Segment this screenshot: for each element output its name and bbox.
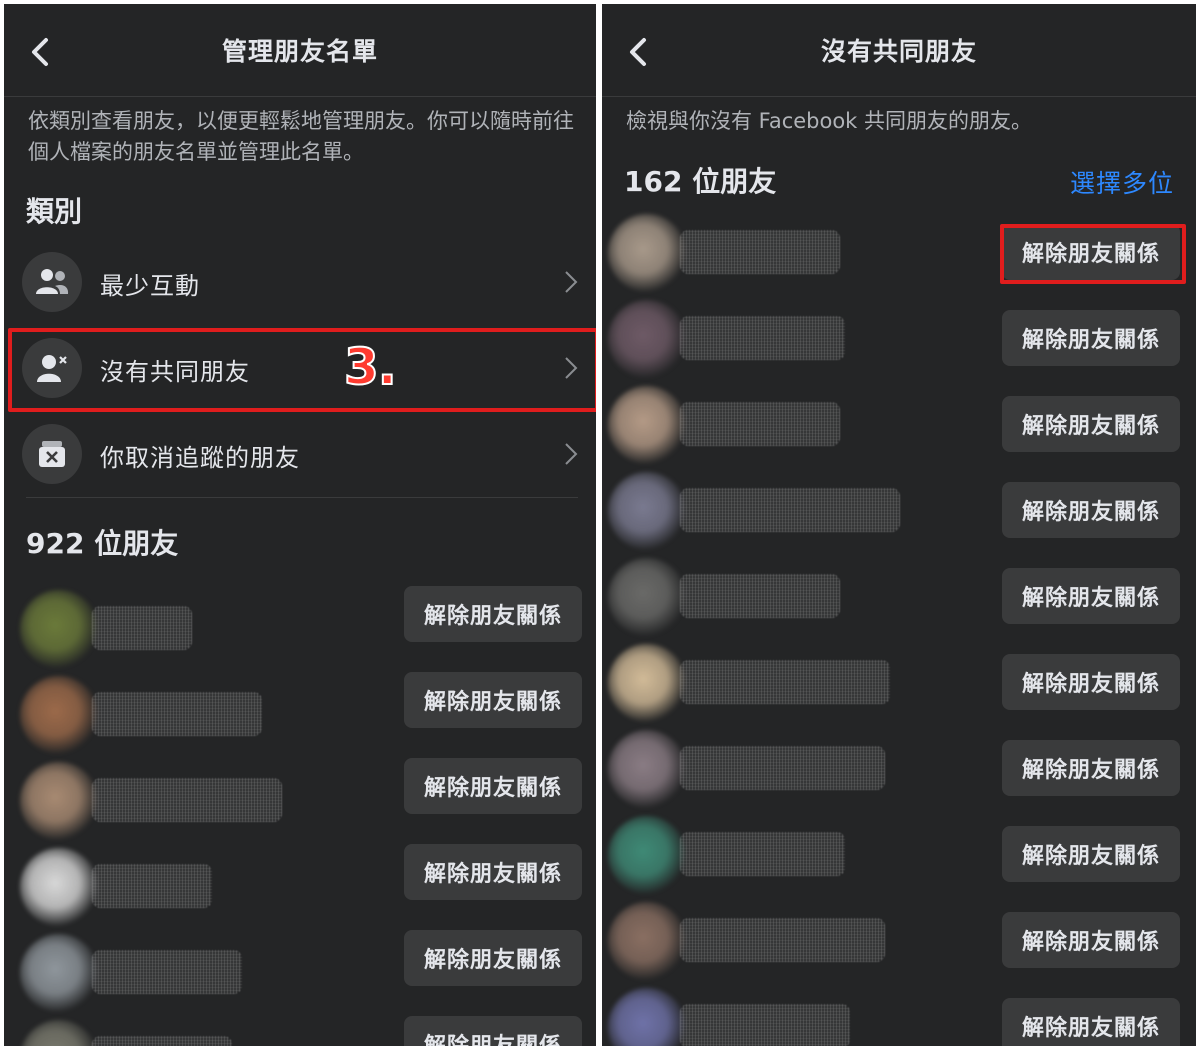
page-description: 依類別查看朋友，以便更輕鬆地管理朋友。你可以隨時前往個人檔案的朋友名單並管理此名… — [28, 109, 574, 164]
friend-row[interactable]: 解除朋友關係 — [4, 586, 596, 672]
unfriend-button[interactable]: 解除朋友關係 — [404, 758, 582, 814]
chevron-right-icon — [565, 443, 578, 465]
friend-name-blurred[interactable] — [680, 1004, 850, 1046]
friend-name-blurred[interactable] — [92, 1036, 232, 1046]
avatar[interactable] — [20, 676, 98, 754]
unfriend-button[interactable]: 解除朋友關係 — [1002, 912, 1180, 968]
avatar[interactable] — [608, 300, 686, 378]
friend-name-blurred[interactable] — [680, 316, 845, 360]
friend-name-blurred[interactable] — [92, 778, 282, 822]
unfollow-box-icon — [22, 424, 82, 484]
unfriend-button[interactable]: 解除朋友關係 — [1002, 224, 1180, 280]
friend-name-blurred[interactable] — [680, 402, 840, 446]
unfriend-button[interactable]: 解除朋友關係 — [404, 844, 582, 900]
friend-count: 162 位朋友 — [624, 165, 777, 198]
avatar[interactable] — [608, 730, 686, 808]
friend-row[interactable]: 解除朋友關係 — [602, 468, 1196, 554]
unfriend-button[interactable]: 解除朋友關係 — [404, 1016, 582, 1046]
header: 管理朋友名單 — [4, 4, 596, 97]
friend-name-blurred[interactable] — [92, 606, 192, 650]
select-multiple-link[interactable]: 選擇多位 — [1070, 164, 1174, 200]
category-unfollowed-friends[interactable]: 你取消追蹤的朋友 — [18, 416, 582, 492]
friend-name-blurred[interactable] — [680, 574, 840, 618]
friend-row[interactable]: 解除朋友關係 — [4, 1016, 596, 1046]
friend-name-blurred[interactable] — [92, 950, 242, 994]
page-title: 沒有共同朋友 — [820, 37, 977, 66]
friend-row[interactable]: 解除朋友關係 — [602, 898, 1196, 984]
friend-name-blurred[interactable] — [680, 230, 840, 274]
friend-name-blurred[interactable] — [680, 660, 890, 704]
unfriend-button[interactable]: 解除朋友關係 — [1002, 654, 1180, 710]
unfriend-button[interactable]: 解除朋友關係 — [404, 672, 582, 728]
friend-row[interactable]: 解除朋友關係 — [602, 984, 1196, 1046]
chevron-right-icon — [565, 271, 578, 293]
back-arrow-icon[interactable] — [26, 34, 56, 70]
friend-row[interactable]: 解除朋友關係 — [602, 726, 1196, 812]
friend-row[interactable]: 解除朋友關係 — [602, 296, 1196, 382]
friend-row[interactable]: 解除朋友關係 — [4, 844, 596, 930]
avatar[interactable] — [608, 386, 686, 464]
avatar[interactable] — [608, 902, 686, 980]
friend-name-blurred[interactable] — [92, 692, 262, 736]
friend-row[interactable]: 解除朋友關係 — [4, 672, 596, 758]
unfriend-button[interactable]: 解除朋友關係 — [404, 586, 582, 642]
friend-row[interactable]: 解除朋友關係 — [602, 382, 1196, 468]
friend-row[interactable]: 解除朋友關係 — [602, 554, 1196, 640]
friend-row[interactable]: 解除朋友關係 — [4, 930, 596, 1016]
person-remove-icon — [22, 338, 82, 398]
friend-row[interactable]: 解除朋友關係 — [602, 812, 1196, 898]
friend-row[interactable]: 解除朋友關係 — [602, 640, 1196, 726]
avatar[interactable] — [608, 472, 686, 550]
category-label: 你取消追蹤的朋友 — [100, 444, 300, 472]
unfriend-button[interactable]: 解除朋友關係 — [1002, 310, 1180, 366]
avatar[interactable] — [20, 934, 98, 1012]
page-description: 檢視與你沒有 Facebook 共同朋友的朋友。 — [626, 109, 1033, 133]
category-heading: 類別 — [26, 195, 83, 228]
category-label: 最少互動 — [100, 272, 200, 300]
avatar[interactable] — [20, 848, 98, 926]
avatar[interactable] — [608, 988, 686, 1046]
friend-name-blurred[interactable] — [680, 832, 845, 876]
divider — [26, 497, 578, 498]
avatar[interactable] — [20, 590, 98, 668]
avatar[interactable] — [20, 762, 98, 840]
friend-name-blurred[interactable] — [680, 918, 885, 962]
friend-row[interactable]: 解除朋友關係 — [4, 758, 596, 844]
friend-name-blurred[interactable] — [92, 864, 212, 908]
unfriend-button[interactable]: 解除朋友關係 — [404, 930, 582, 986]
avatar[interactable] — [608, 558, 686, 636]
category-label: 沒有共同朋友 — [100, 358, 250, 386]
page-title: 管理朋友名單 — [221, 37, 378, 66]
avatar[interactable] — [608, 214, 686, 292]
unfriend-button[interactable]: 解除朋友關係 — [1002, 740, 1180, 796]
unfriend-button[interactable]: 解除朋友關係 — [1002, 998, 1180, 1046]
step-annotation: 3. — [343, 337, 398, 397]
unfriend-button[interactable]: 解除朋友關係 — [1002, 826, 1180, 882]
friend-count: 922 位朋友 — [26, 527, 179, 560]
friend-name-blurred[interactable] — [680, 488, 900, 532]
people-icon — [22, 252, 82, 312]
category-no-mutual-friends[interactable]: 沒有共同朋友 — [18, 330, 582, 406]
back-arrow-icon[interactable] — [624, 34, 654, 70]
category-least-interaction[interactable]: 最少互動 — [18, 244, 582, 320]
manage-friends-screen: 管理朋友名單 依類別查看朋友，以便更輕鬆地管理朋友。你可以隨時前往個人檔案的朋友… — [4, 4, 596, 1046]
unfriend-button[interactable]: 解除朋友關係 — [1002, 396, 1180, 452]
no-mutual-friends-screen: 沒有共同朋友 檢視與你沒有 Facebook 共同朋友的朋友。 162 位朋友 … — [602, 4, 1196, 1046]
unfriend-button[interactable]: 解除朋友關係 — [1002, 568, 1180, 624]
avatar[interactable] — [608, 644, 686, 722]
header: 沒有共同朋友 — [602, 4, 1196, 97]
friend-name-blurred[interactable] — [680, 746, 885, 790]
unfriend-button[interactable]: 解除朋友關係 — [1002, 482, 1180, 538]
avatar[interactable] — [608, 816, 686, 894]
chevron-right-icon — [565, 357, 578, 379]
avatar[interactable] — [20, 1020, 98, 1046]
friend-row[interactable]: 解除朋友關係 — [602, 210, 1196, 296]
